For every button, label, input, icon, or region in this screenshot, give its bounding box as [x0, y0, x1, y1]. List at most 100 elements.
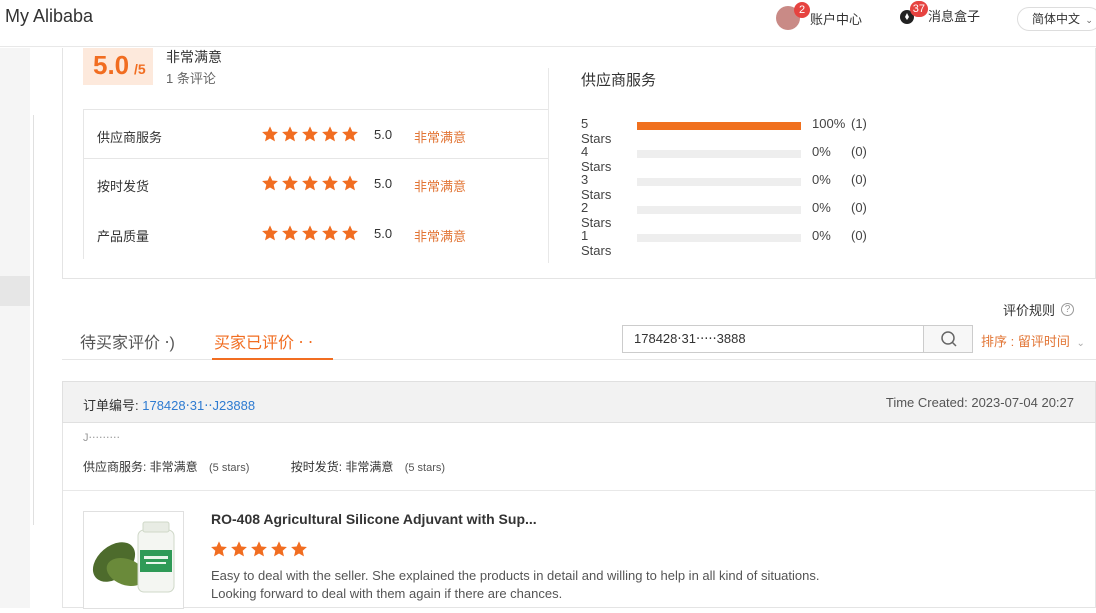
star-icon [261, 224, 279, 242]
star-icon [261, 125, 279, 143]
divider [548, 68, 549, 263]
product-thumbnail[interactable] [83, 511, 184, 609]
star-icon [321, 125, 339, 143]
message-badge: 37 [909, 0, 928, 17]
distribution-label: 2 Stars [581, 200, 612, 230]
brand-title[interactable]: My Alibaba [5, 6, 93, 27]
distribution-percent: 0% [812, 144, 831, 159]
distribution-count: (0) [851, 200, 867, 215]
distribution-percent: 0% [812, 172, 831, 187]
order-number-row: 订单编号: 178428‧31‧‧J23888 [83, 395, 255, 414]
rating-tag: 非常满意 [414, 229, 467, 244]
rating-row-label: 产品质量 [97, 229, 150, 244]
distribution-bar [637, 150, 801, 158]
distribution-count: (0) [851, 172, 867, 187]
review-rules-label[interactable]: 评价规则 [1003, 300, 1055, 319]
star-icon [250, 540, 268, 558]
overall-score: 5.0 [93, 50, 130, 80]
distribution-label: 3 Stars [581, 172, 612, 202]
star-icon [301, 125, 319, 143]
order-rating-meta: 供应商服务: 非常满意 (5 stars) 按时发货: 非常满意 (5 star… [83, 458, 445, 475]
avatar[interactable]: 2 [776, 2, 810, 30]
rating-row-label: 按时发货 [97, 179, 150, 194]
star-icon [281, 224, 299, 242]
rating-row-label: 供应商服务 [97, 130, 163, 145]
order-number-label: 订单编号: [83, 398, 143, 413]
buyer-name: J‧‧‧‧‧‧‧‧‧ [83, 432, 120, 444]
order-search-input[interactable]: 178428‧31‧‧‧‧‧3888 [622, 325, 924, 353]
rating-tag: 非常满意 [414, 179, 467, 194]
distribution-label: 5 Stars [581, 116, 612, 146]
rating-summary-card: 5.0 /5 非常满意 1 条评论 供应商服务 5.0 非常满意 按时发货 5.… [62, 48, 1096, 279]
rating-value: 5.0 [374, 127, 393, 142]
language-select[interactable]: 简体中文 ⌄ [1017, 7, 1096, 31]
distribution-label: 1 Stars [581, 228, 612, 258]
bell-icon[interactable]: 37 [898, 0, 928, 25]
rating-row: 产品质量 5.0 非常满意 [83, 209, 549, 259]
chevron-down-icon: ⌄ [1076, 338, 1085, 349]
order-header: 订单编号: 178428‧31‧‧J23888 Time Created: 20… [62, 381, 1096, 423]
distribution-count: (1) [851, 116, 867, 131]
account-center-label[interactable]: 账户中心 [810, 9, 862, 28]
tab-buyer-reviewed[interactable]: 买家已评价 ‧ ‧ [212, 329, 333, 360]
service-rating: 供应商服务: 非常满意 [83, 460, 198, 474]
divider [33, 115, 34, 525]
rating-value: 5.0 [374, 226, 393, 241]
account-badge: 2 [794, 2, 810, 18]
help-icon[interactable]: ? [1061, 303, 1075, 316]
star-icon [341, 224, 359, 242]
star-icon [261, 174, 279, 192]
star-icon [341, 174, 359, 192]
review-rules-link[interactable]: 评价规则 ? [1003, 300, 1075, 319]
search-icon [941, 331, 957, 347]
sort-dropdown[interactable]: 排序 : 留评时间 ⌄ [981, 331, 1085, 350]
distribution-bar [637, 122, 801, 130]
time-created: Time Created: 2023-07-04 20:27 [885, 395, 1074, 410]
distribution-bar [637, 234, 801, 242]
distribution-label: 4 Stars [581, 144, 612, 174]
review-text: Easy to deal with the seller. She explai… [211, 567, 911, 603]
rating-tag: 非常满意 [414, 130, 467, 145]
search-button[interactable] [923, 325, 973, 353]
review-line: Easy to deal with the seller. She explai… [211, 568, 820, 583]
tab-pending-buyer-review[interactable]: 待买家评价 ‧) [78, 329, 177, 360]
rating-rows: 供应商服务 5.0 非常满意 按时发货 5.0 非常满意 产品质量 5.0 非常… [83, 109, 549, 259]
rating-value: 5.0 [374, 176, 393, 191]
distribution-percent: 0% [812, 200, 831, 215]
account-center-link[interactable]: 2 账户中心 [776, 2, 862, 30]
rating-row: 供应商服务 5.0 非常满意 [83, 109, 549, 159]
distribution-count: (0) [851, 228, 867, 243]
star-rating [261, 224, 361, 242]
left-sidebar [0, 48, 30, 608]
star-icon [301, 224, 319, 242]
language-label: 简体中文 [1032, 12, 1081, 26]
overall-score-box: 5.0 /5 [83, 48, 153, 85]
distribution-fill [637, 122, 801, 130]
distribution-count: (0) [851, 144, 867, 159]
distribution-title: 供应商服务 [581, 72, 657, 89]
star-icon [301, 174, 319, 192]
star-icon [321, 174, 339, 192]
chevron-down-icon: ⌄ [1085, 15, 1093, 25]
star-rating [210, 540, 310, 558]
message-box-link[interactable]: 37 消息盒子 [898, 0, 980, 25]
product-title-link[interactable]: RO-408 Agricultural Silicone Adjuvant wi… [211, 511, 537, 527]
distribution-percent: 100% [812, 116, 846, 131]
overall-score-max: /5 [134, 61, 146, 77]
star-icon [290, 540, 308, 558]
order-number-link[interactable]: 178428‧31‧‧J23888 [142, 398, 255, 413]
divider [63, 490, 1096, 491]
message-box-label[interactable]: 消息盒子 [928, 6, 980, 25]
star-rating [261, 125, 361, 143]
shipping-rating: 按时发货: 非常满意 [290, 460, 394, 474]
order-review-body: J‧‧‧‧‧‧‧‧‧ 供应商服务: 非常满意 (5 stars) 按时发货: 非… [62, 423, 1096, 609]
sort-label[interactable]: 排序 : 留评时间 [981, 334, 1070, 349]
star-icon [210, 540, 228, 558]
distribution-bar [637, 178, 801, 186]
rating-row: 按时发货 5.0 非常满意 [83, 159, 549, 209]
sidebar-selected-item[interactable] [0, 276, 30, 306]
service-stars: (5 stars) [209, 462, 250, 474]
star-icon [270, 540, 288, 558]
review-line: Looking forward to deal with them again … [211, 586, 563, 601]
overall-rating-text: 非常满意 [166, 49, 222, 65]
